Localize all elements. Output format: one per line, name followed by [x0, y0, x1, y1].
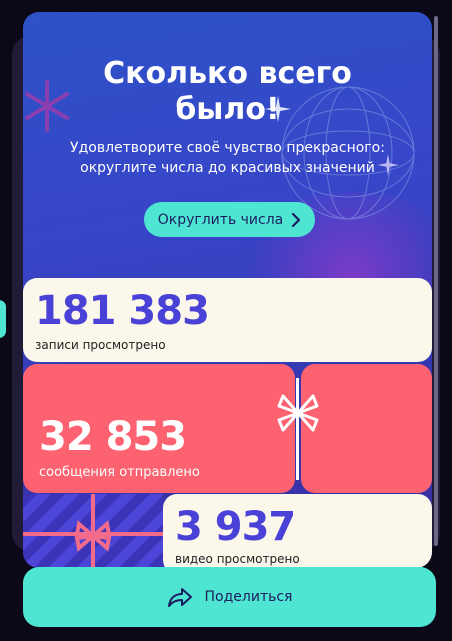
scrollbar[interactable]	[434, 16, 438, 546]
carousel-edge-indicator	[0, 300, 6, 338]
stat-messages-value: 32 853	[39, 414, 187, 460]
stat-videos-value: 3 937	[175, 504, 296, 550]
bow-icon	[277, 394, 319, 432]
bow-icon	[74, 520, 112, 552]
share-button[interactable]: Поделиться	[23, 567, 436, 627]
stat-records-label: записи просмотрено	[35, 338, 166, 352]
page-subtitle: Удовлетворите своё чувство прекрасного: …	[70, 140, 385, 176]
round-numbers-button[interactable]: Округлить числа	[144, 202, 315, 237]
share-arrow-icon	[167, 588, 192, 607]
share-button-label: Поделиться	[204, 589, 293, 605]
stat-records: 181 383 записи просмотрено	[23, 278, 432, 362]
stat-videos: 3 937 видео просмотрено	[163, 494, 432, 568]
stat-videos-label: видео просмотрено	[175, 552, 300, 566]
round-numbers-label: Округлить числа	[157, 211, 284, 228]
stat-messages: 32 853 сообщения отправлено	[23, 364, 295, 493]
summary-card: Сколько всего было! Удовлетворите своё ч…	[23, 12, 432, 568]
page-title: Сколько всего было!	[103, 56, 352, 127]
stat-messages-label: сообщения отправлено	[39, 465, 200, 480]
chevron-right-icon	[292, 212, 301, 227]
stat-records-value: 181 383	[35, 288, 210, 334]
